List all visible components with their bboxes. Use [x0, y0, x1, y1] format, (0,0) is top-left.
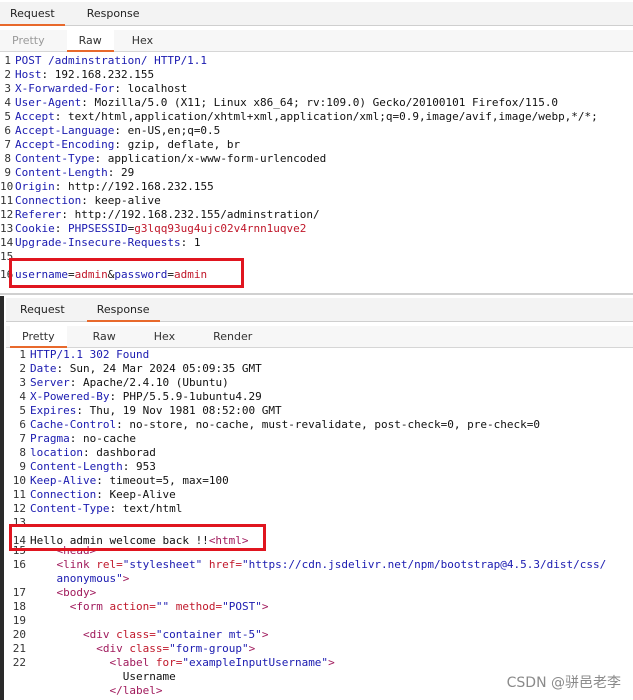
- view-mode-tabs-top: Pretty Raw Hex: [0, 30, 633, 52]
- request-body-highlight-box: [9, 258, 244, 288]
- response-line: 4 X-Powered-By: PHP/5.5.9-1ubuntu4.29: [19, 390, 262, 403]
- response-line: 5 Expires: Thu, 19 Nov 1981 08:52:00 GMT: [19, 404, 282, 417]
- request-line: 2 Host: 192.168.232.155: [4, 68, 155, 81]
- view-mode-tabs-bottom: Pretty Raw Hex Render: [6, 326, 633, 348]
- response-line: 2 Date: Sun, 24 Mar 2024 05:09:35 GMT: [19, 362, 262, 375]
- request-line: 8 Content-Type: application/x-www-form-ur…: [4, 152, 327, 165]
- request-line: 6 Accept-Language: en-US,en;q=0.5: [4, 124, 221, 137]
- request-response-tabbar-top: Request Response: [0, 2, 633, 26]
- request-line: 4 User-Agent: Mozilla/5.0 (X11; Linux x86…: [4, 96, 559, 109]
- response-line: 10 Keep-Alive: timeout=5, max=100: [12, 474, 229, 487]
- tab-raw[interactable]: Raw: [66, 30, 114, 52]
- tab-pretty[interactable]: Pretty: [0, 30, 57, 51]
- request-line: 7 Accept-Encoding: gzip, deflate, br: [4, 138, 241, 151]
- tab-hex[interactable]: Hex: [120, 30, 165, 51]
- tab-response[interactable]: Response: [77, 3, 150, 25]
- request-line: 5 Accept: text/html,application/xhtml+xml…: [4, 110, 598, 123]
- tab-pretty-bottom[interactable]: Pretty: [10, 326, 67, 348]
- response-line: 8 location: dashborad: [19, 446, 156, 459]
- response-line: 7 Pragma: no-cache: [19, 432, 136, 445]
- request-line: 14 Upgrade-Insecure-Requests: 1: [0, 236, 201, 249]
- response-line: 12 Content-Type: text/html: [12, 502, 183, 515]
- response-welcome-highlight-box: [9, 524, 266, 551]
- response-line: 11 Connection: Keep-Alive: [12, 488, 176, 501]
- tab-raw-bottom[interactable]: Raw: [81, 326, 128, 347]
- request-response-tabbar-bottom: Request Response: [6, 298, 633, 322]
- request-editor[interactable]: 1 POST /adminstration/ HTTP/1.1 2 Host: 19…: [0, 54, 633, 290]
- response-line: 9 Content-Length: 953: [19, 460, 156, 473]
- panel-splitter[interactable]: [0, 293, 633, 295]
- response-html-line: 16 <link rel= "stylesheet" href= "https://…: [12, 558, 607, 571]
- request-line: 11 Connection: keep-alive: [0, 194, 161, 207]
- request-line: 12 Referer: http://192.168.232.155/admins…: [0, 208, 320, 221]
- tab-response-bottom[interactable]: Response: [86, 299, 160, 322]
- response-html-line: 17 <body>: [12, 586, 97, 599]
- response-html-line: 18 <form action= "" method= "POST" >: [12, 600, 269, 613]
- tab-render-bottom[interactable]: Render: [201, 326, 264, 347]
- request-line: 10 Origin: http://192.168.232.155: [0, 180, 214, 193]
- tab-request-bottom[interactable]: Request: [10, 299, 75, 321]
- left-edge-bar: [0, 296, 4, 700]
- request-line: 9 Content-Length: 29: [4, 166, 135, 179]
- response-line: 3 Server: Apache/2.4.10 (Ubuntu): [19, 376, 229, 389]
- response-html-line: 22 <label for= "exampleInputUsername" >: [12, 656, 335, 669]
- tab-hex-bottom[interactable]: Hex: [142, 326, 187, 347]
- response-line: 6 Cache-Control: no-store, no-cache, must…: [19, 418, 540, 431]
- response-html-line: 19: [12, 614, 26, 627]
- response-html-line: 20 <div class= "container mt-5" >: [12, 628, 269, 641]
- request-cookie-line: 13 Cookie: PHPSESSID = g3lqq93ug4ujc02v4rnn…: [0, 222, 307, 235]
- request-line: 1 POST /adminstration/ HTTP/1.1: [4, 54, 208, 67]
- response-html-line: 21 <div class= "form-group" >: [12, 642, 256, 655]
- response-line: 1 HTTP/1.1 302 Found: [19, 348, 150, 361]
- tab-request[interactable]: Request: [0, 3, 65, 26]
- watermark: CSDN @骈邑老李: [506, 675, 621, 691]
- request-line: 3 X-Forwarded-For: localhost: [4, 82, 188, 95]
- response-html-line: anonymous" >: [56, 572, 130, 585]
